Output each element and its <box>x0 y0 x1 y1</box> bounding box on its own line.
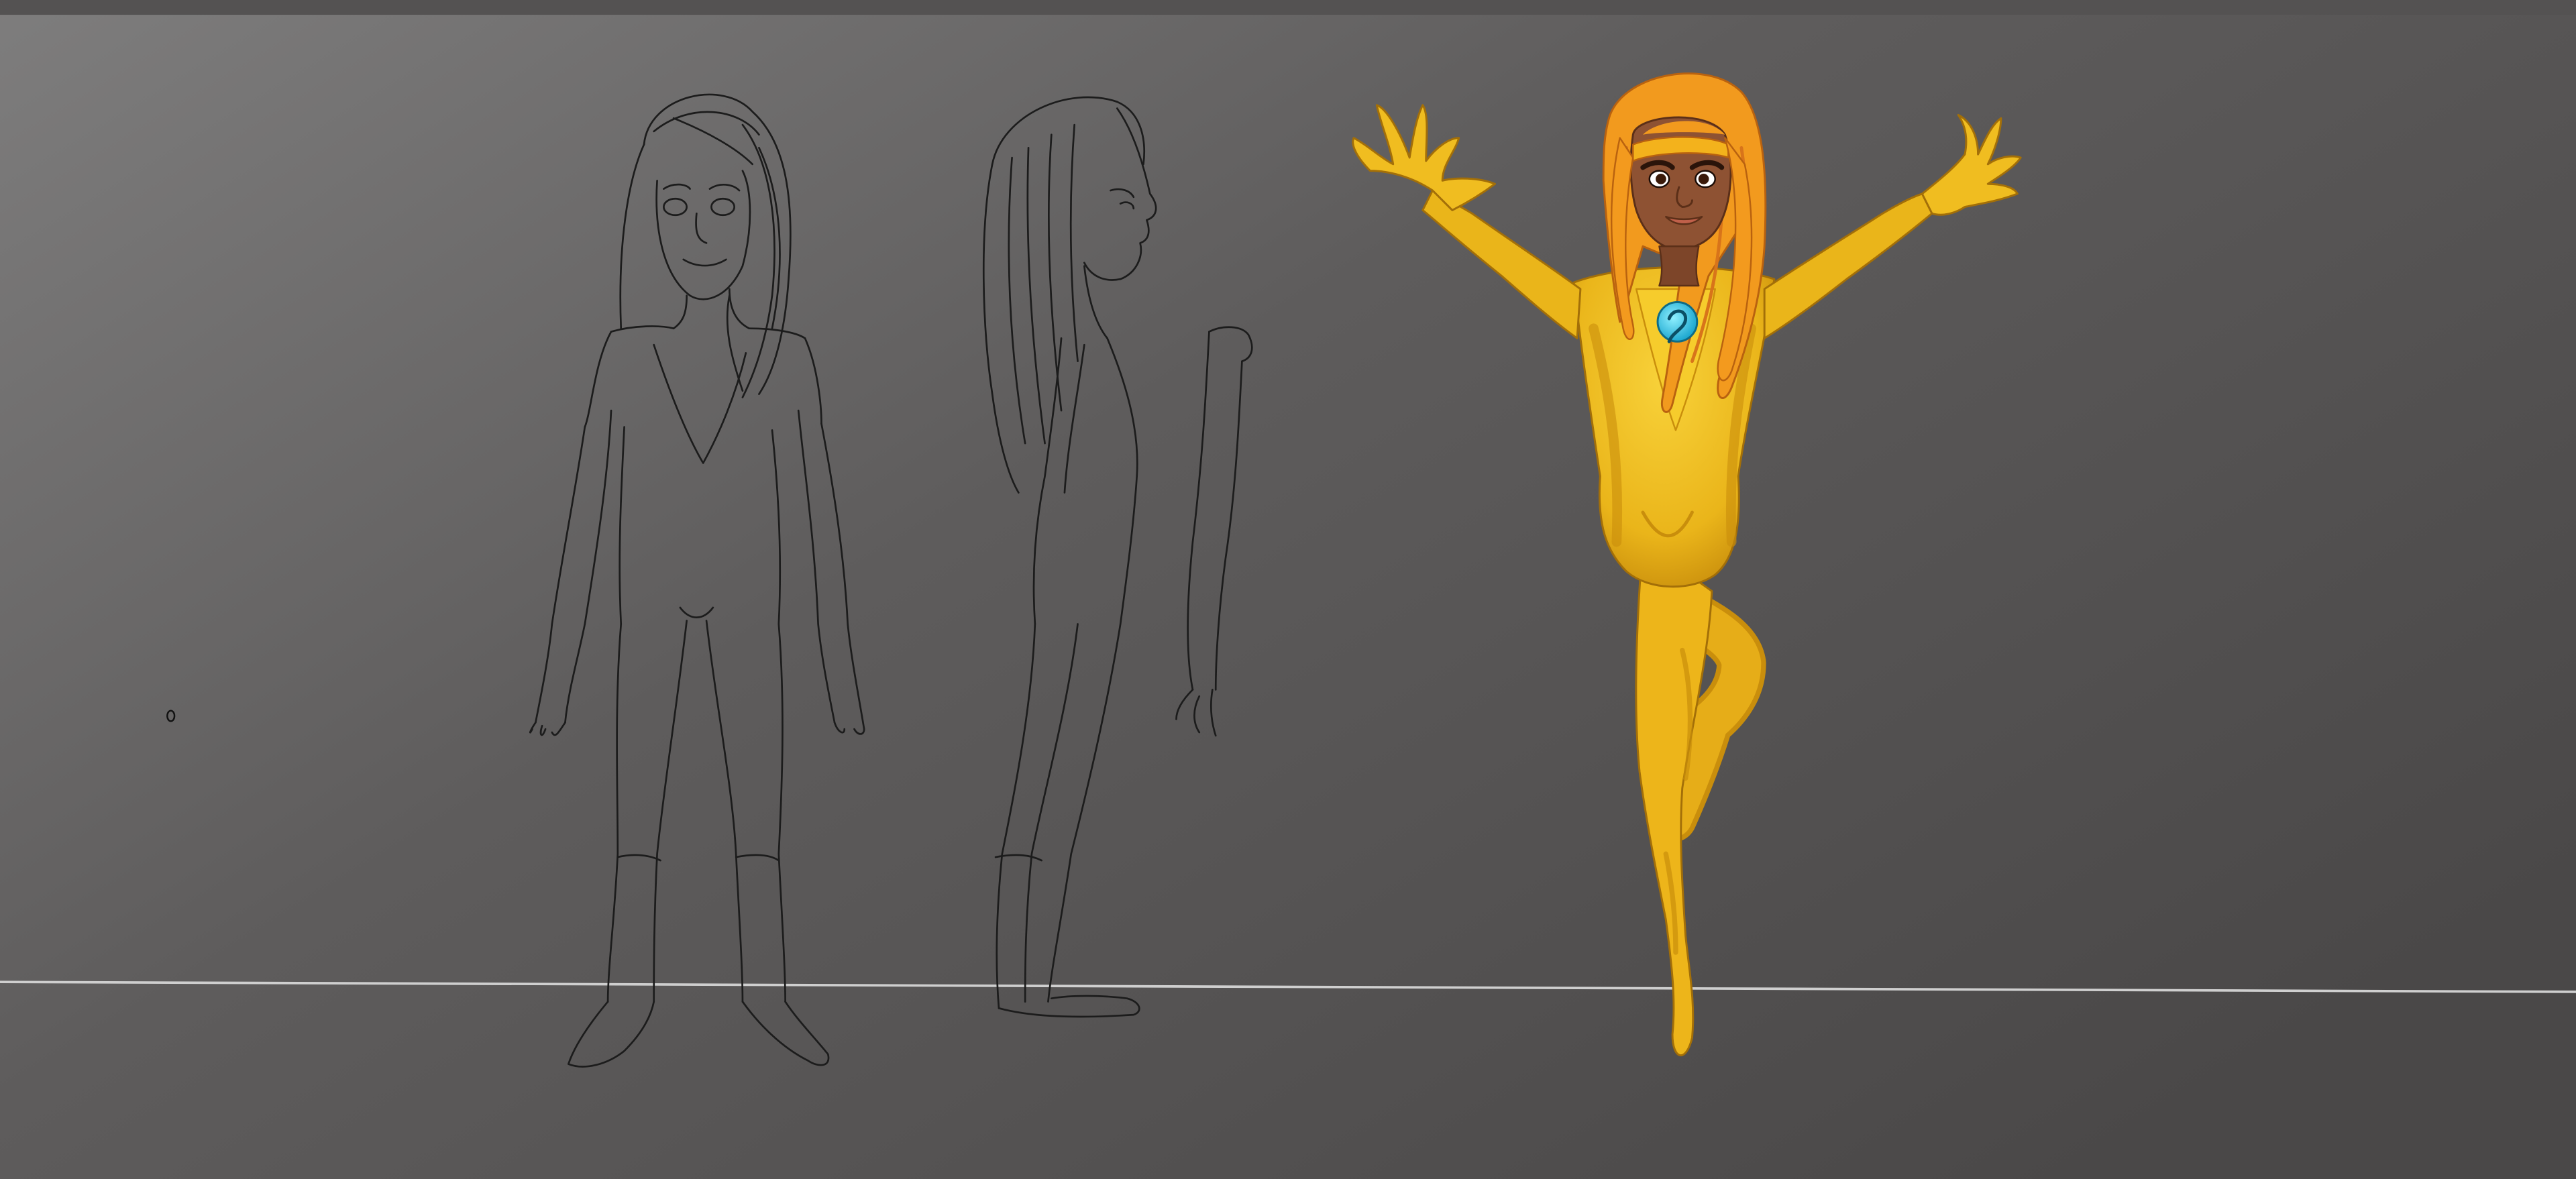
artwork-svg <box>0 0 2576 1179</box>
top-bar <box>0 0 2576 15</box>
chest-emblem <box>1656 301 1699 343</box>
canvas-background <box>0 0 2576 1179</box>
drawing-canvas[interactable] <box>0 0 2576 1179</box>
